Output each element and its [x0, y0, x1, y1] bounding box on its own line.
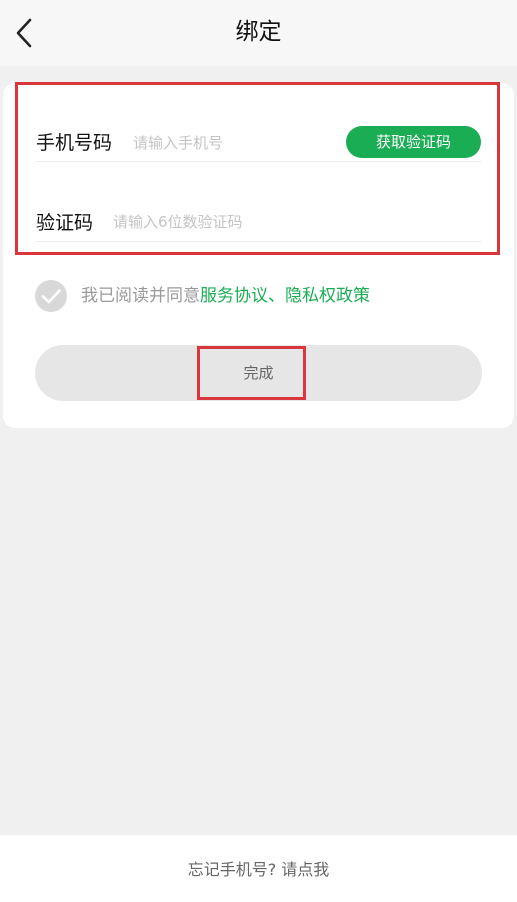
- phone-divider: [36, 161, 481, 162]
- privacy-policy-link[interactable]: 隐私权政策: [285, 286, 370, 306]
- done-button[interactable]: 完成: [35, 345, 482, 401]
- nav-bar: 绑定: [0, 0, 517, 66]
- forgot-phone-link[interactable]: 忘记手机号? 请点我: [0, 859, 517, 881]
- agree-checkbox[interactable]: [35, 280, 67, 312]
- page-title: 绑定: [235, 19, 282, 45]
- code-label: 验证码: [36, 212, 94, 234]
- agreement-text: 我已阅读并同意服务协议、隐私权政策: [81, 284, 370, 308]
- agreement-prefix: 我已阅读并同意: [81, 286, 200, 306]
- code-divider: [36, 241, 481, 242]
- get-code-button[interactable]: 获取验证码: [346, 126, 481, 158]
- check-icon: [41, 289, 61, 304]
- phone-label: 手机号码: [36, 132, 113, 154]
- agreement-separator: 、: [268, 286, 285, 306]
- phone-input[interactable]: [133, 132, 333, 154]
- service-agreement-link[interactable]: 服务协议: [200, 286, 268, 306]
- footer-bar: 忘记手机号? 请点我: [0, 835, 517, 902]
- code-input[interactable]: [113, 211, 453, 233]
